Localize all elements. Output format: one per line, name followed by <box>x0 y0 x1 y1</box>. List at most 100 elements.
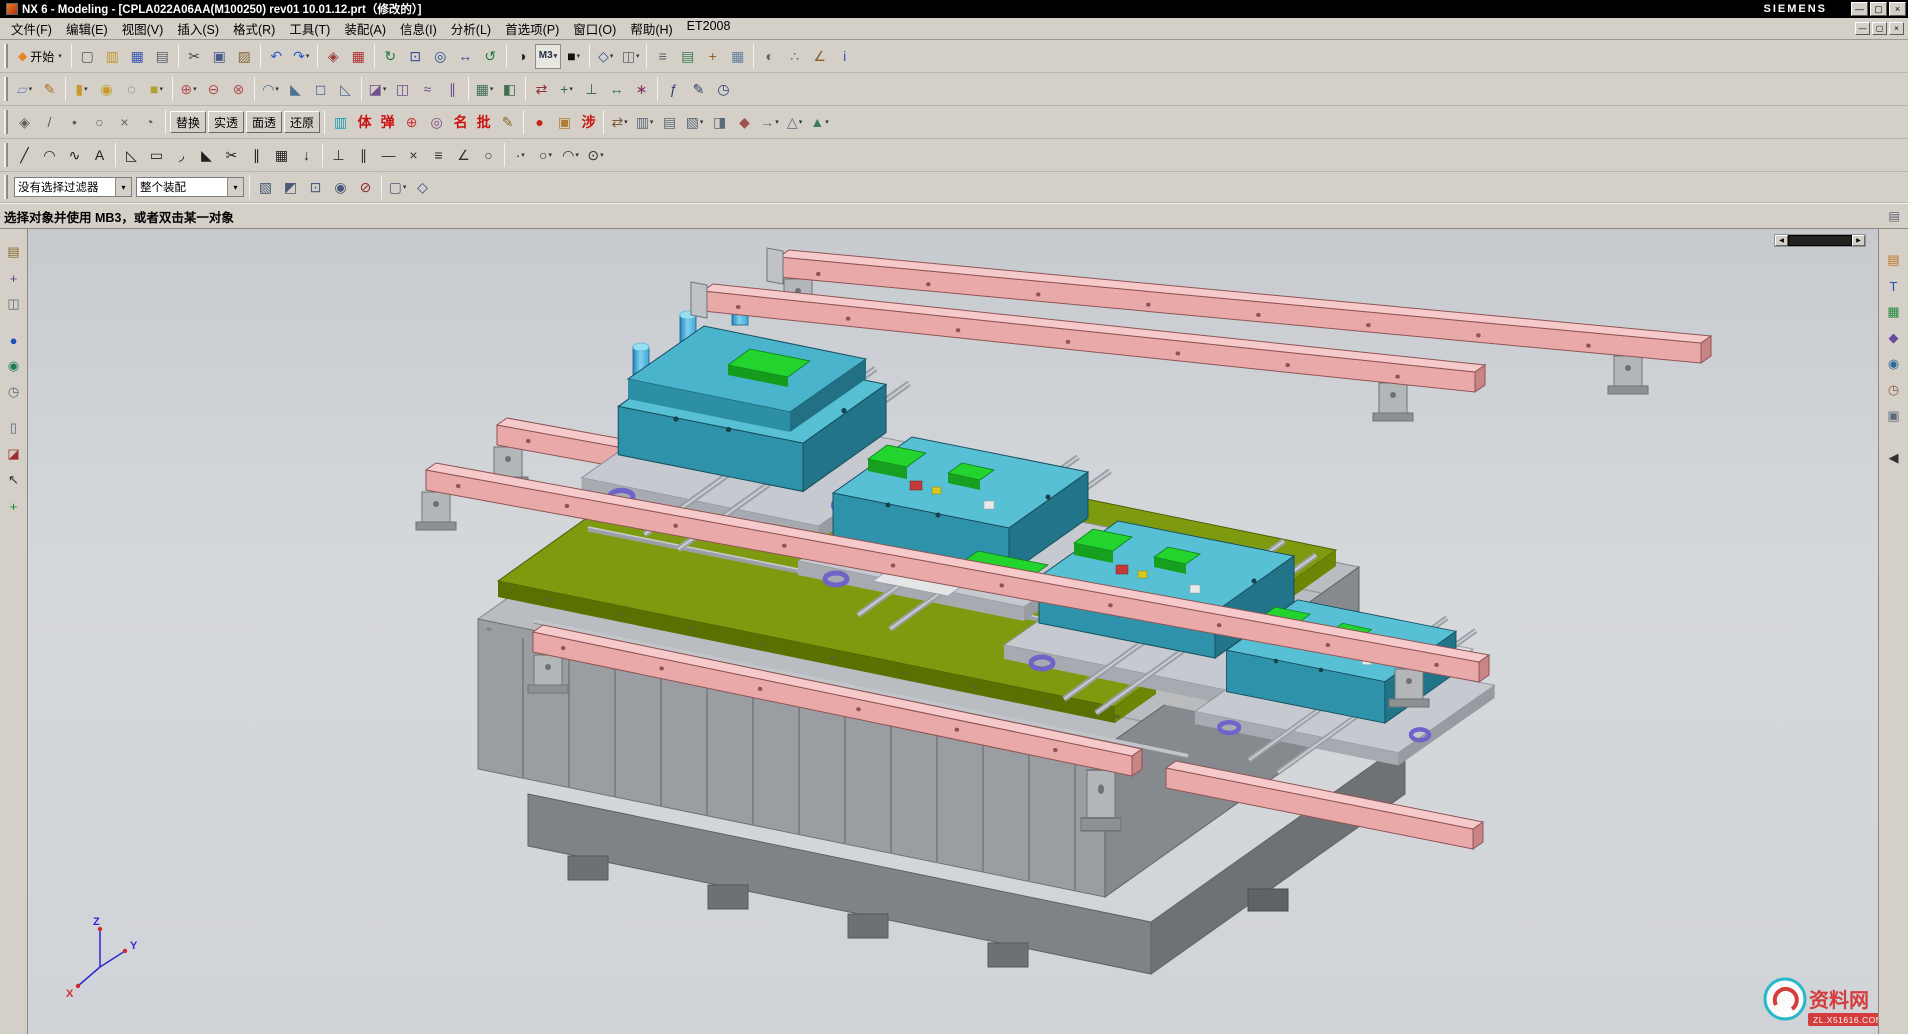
dropdown-arrow-icon[interactable]: ▾ <box>115 178 131 196</box>
dropdown-arrow-icon[interactable]: ▾ <box>403 183 407 191</box>
add-green-tool-button[interactable]: + <box>3 495 25 517</box>
graphics-viewport[interactable]: ◀ ▶ <box>28 229 1878 1034</box>
unite-button[interactable]: ⊕▾ <box>176 77 201 102</box>
shell-button[interactable]: ◻ <box>308 77 333 102</box>
redo-button[interactable]: ↷▾ <box>289 44 314 69</box>
shaded-display-button[interactable]: ◑ <box>510 44 535 69</box>
start-menu-button[interactable]: ◆开始▾ <box>12 44 68 69</box>
toolbar-grip[interactable] <box>4 110 8 134</box>
snapshot-button[interactable]: ◫▾ <box>618 44 643 69</box>
menu-item[interactable]: 装配(A) <box>337 17 393 40</box>
snap-midpoint-button[interactable]: • <box>62 110 87 135</box>
touch-input-button[interactable]: ◈ <box>321 44 346 69</box>
text-tool-button[interactable]: A <box>87 143 112 168</box>
constraint-navigator-button[interactable]: T <box>1883 275 1905 297</box>
dropdown-arrow-icon[interactable]: ▾ <box>227 178 243 196</box>
wave-mode-button[interactable]: ▲▾ <box>807 110 832 135</box>
section-view-button[interactable]: ▥ <box>328 110 353 135</box>
save-file-button[interactable]: ▦ <box>125 44 150 69</box>
dropdown-arrow-icon[interactable]: ▾ <box>600 151 604 159</box>
gold-plate-tool-button[interactable]: ▣ <box>552 110 577 135</box>
toolbar-grip[interactable] <box>4 44 8 68</box>
snap-quadrant-button[interactable]: ◔ <box>137 110 162 135</box>
add-component-button[interactable]: +▾ <box>554 77 579 102</box>
undo-button[interactable]: ↶ <box>264 44 289 69</box>
point-tool-button[interactable]: ∙▾ <box>508 143 533 168</box>
menu-item[interactable]: 帮助(H) <box>623 17 679 40</box>
mirror-feature-button[interactable]: ◧ <box>497 77 522 102</box>
toolbar-grip[interactable] <box>4 175 8 199</box>
constraint-horizontal-button[interactable]: — <box>376 143 401 168</box>
assembly-sequence-button[interactable]: →▾ <box>757 110 782 135</box>
menu-item[interactable]: 分析(L) <box>444 17 498 40</box>
create-explosion-button[interactable]: ∗ <box>629 77 654 102</box>
part-navigator-button[interactable]: ▦ <box>1883 301 1905 323</box>
reuse-library-button[interactable]: ◆ <box>1883 327 1905 349</box>
close-button[interactable]: × <box>1889 2 1906 16</box>
dropdown-arrow-icon[interactable]: ▾ <box>775 118 779 126</box>
body-filter-button[interactable]: 体 <box>353 111 376 134</box>
roles-palette-button[interactable]: ▣ <box>1883 405 1905 427</box>
dropdown-arrow-icon[interactable]: ▾ <box>490 85 494 93</box>
dropdown-arrow-icon[interactable]: ▾ <box>306 52 310 60</box>
draft-button[interactable]: ◺ <box>333 77 358 102</box>
dropdown-arrow-icon[interactable]: ▾ <box>554 52 558 60</box>
sketch-button[interactable]: ✎ <box>37 77 62 102</box>
pattern-feature-button[interactable]: ▦▾ <box>472 77 497 102</box>
extrude-button[interactable]: ▮▾ <box>69 77 94 102</box>
snap-center-button[interactable]: ○ <box>87 110 112 135</box>
dropdown-arrow-icon[interactable]: ▾ <box>650 118 654 126</box>
assembly-constraints-button[interactable]: ⊥ <box>579 77 604 102</box>
refresh-view-button[interactable]: ↻ <box>378 44 403 69</box>
new-file-button[interactable]: ▢ <box>75 44 100 69</box>
prompt-overflow-icon[interactable]: ▤ <box>1884 206 1904 226</box>
revolve-button[interactable]: ◉ <box>94 77 119 102</box>
line-tool-button[interactable]: ╱ <box>12 143 37 168</box>
constraint-equal-button[interactable]: ≡ <box>426 143 451 168</box>
dropdown-arrow-icon[interactable]: ▾ <box>29 85 33 93</box>
model-history-button[interactable]: ◷ <box>711 77 736 102</box>
name-tool-button[interactable]: 名 <box>449 111 472 134</box>
scrollbar-right-arrow-icon[interactable]: ▶ <box>1852 235 1865 246</box>
snap-endpoint-button[interactable]: / <box>37 110 62 135</box>
minimize-button[interactable]: — <box>1851 2 1868 16</box>
select-all-button[interactable]: ▧ <box>253 175 278 200</box>
menu-item[interactable]: 工具(T) <box>282 17 337 40</box>
constraint-perpendicular-button[interactable]: ⊥ <box>326 143 351 168</box>
pointer-tool-button[interactable]: ↖ <box>3 469 25 491</box>
solid-translucency-button[interactable]: 实透 <box>208 111 244 133</box>
cut-button[interactable]: ✂ <box>182 44 207 69</box>
document-tool-button[interactable]: ▯ <box>3 417 25 439</box>
circle-tool-button[interactable]: ○▾ <box>533 143 558 168</box>
interference-tool-button[interactable]: 涉 <box>577 111 600 134</box>
grid-display-button[interactable]: ▦ <box>725 44 750 69</box>
snap-point-toggle-button[interactable]: ◈ <box>12 110 37 135</box>
rotate-view-button[interactable]: ↺ <box>478 44 503 69</box>
hd3d-tools-button[interactable]: ◉ <box>1883 353 1905 375</box>
toolbar-grip[interactable] <box>4 143 8 167</box>
zoom-view-button[interactable]: ◎ <box>428 44 453 69</box>
paint-tool-button[interactable]: ◪ <box>3 443 25 465</box>
print-button[interactable]: ▤ <box>150 44 175 69</box>
menu-item[interactable]: 首选项(P) <box>498 17 566 40</box>
component-visibility-button[interactable]: ▧▾ <box>682 110 707 135</box>
red-cross-tool-button[interactable]: ⊕ <box>399 110 424 135</box>
wave-geometry-linker-button[interactable]: ⇄ <box>529 77 554 102</box>
tool-tray-button[interactable]: + <box>3 267 25 289</box>
constraint-parallel-button[interactable]: ∥ <box>351 143 376 168</box>
restore-display-button[interactable]: 还原 <box>284 111 320 133</box>
dropdown-arrow-icon[interactable]: ▾ <box>275 85 279 93</box>
wcs-orient-button[interactable]: + <box>700 44 725 69</box>
paste-button[interactable]: ▨ <box>232 44 257 69</box>
interior-selection-button[interactable]: ⊡ <box>303 175 328 200</box>
arc-tool-button[interactable]: ◠ <box>37 143 62 168</box>
intersect-button[interactable]: ⊗ <box>226 77 251 102</box>
arc-center-tool-button[interactable]: ◠▾ <box>558 143 583 168</box>
maximize-button[interactable]: ▢ <box>1870 2 1887 16</box>
history-palette-button[interactable]: ◷ <box>1883 379 1905 401</box>
product-interface-button[interactable]: ◨ <box>707 110 732 135</box>
target-tool-button[interactable]: ◎ <box>424 110 449 135</box>
project-curve-button[interactable]: ↓ <box>294 143 319 168</box>
menu-item[interactable]: 文件(F) <box>4 17 59 40</box>
layer-settings-button[interactable]: ≡ <box>650 44 675 69</box>
